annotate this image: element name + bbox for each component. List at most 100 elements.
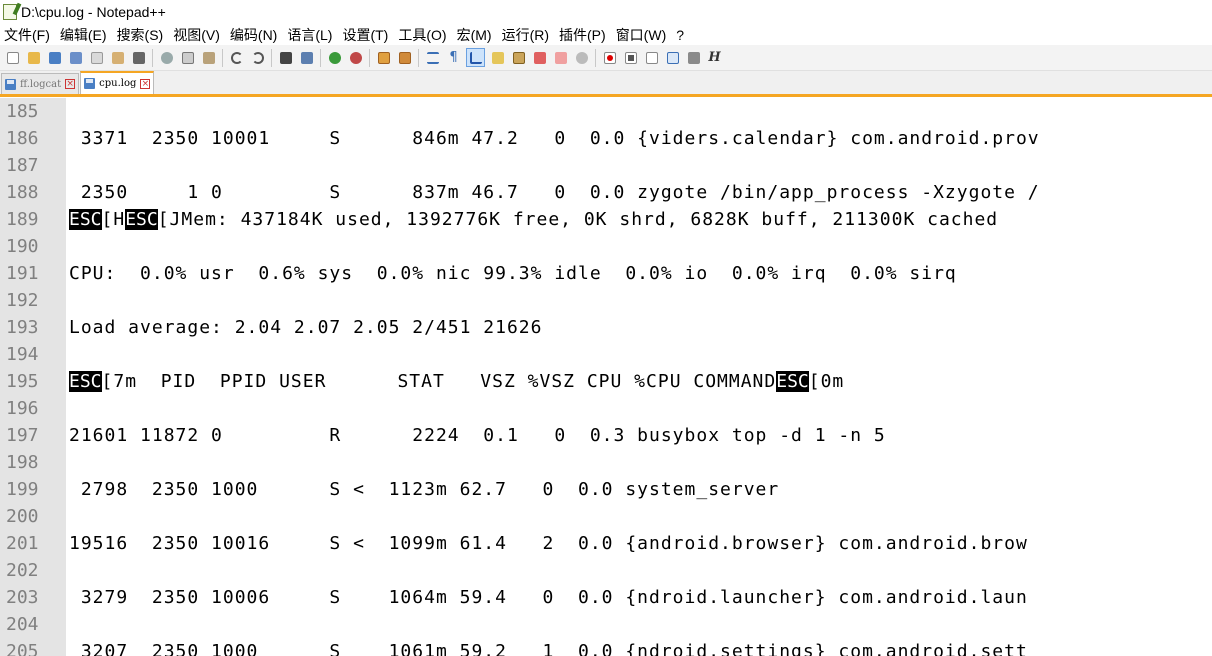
open-file-icon[interactable] xyxy=(25,49,42,66)
file-tab[interactable]: cpu.log × xyxy=(80,71,155,94)
close-all-icon[interactable] xyxy=(109,49,126,66)
macro-play-icon[interactable] xyxy=(643,49,660,66)
line-number: 188 xyxy=(6,182,39,203)
file-tab-label: cpu.log xyxy=(99,78,137,89)
line-number: 189 xyxy=(6,209,39,230)
editor-line: 196 xyxy=(0,395,1212,422)
macro-record-icon[interactable] xyxy=(601,49,618,66)
menu-item[interactable]: 工具(O) xyxy=(394,25,452,45)
print-icon[interactable] xyxy=(130,49,147,66)
toolbar: ¶ H xyxy=(0,45,1212,71)
toolbar-separator xyxy=(152,48,153,67)
undo-icon[interactable] xyxy=(228,49,245,66)
editor-line: 192 xyxy=(0,287,1212,314)
text-segment: 3207 2350 1000 S 1061m 59.2 1 0.0 {ndroi… xyxy=(69,641,1028,656)
copy-icon[interactable] xyxy=(179,49,196,66)
show-all-chars-icon[interactable]: ¶ xyxy=(445,49,462,66)
menu-item[interactable]: 设置(T) xyxy=(338,25,394,45)
text-segment: [0m xyxy=(808,371,845,392)
toolbar-separator xyxy=(271,48,272,67)
editor-line: 193 Load average: 2.04 2.07 2.05 2/451 21… xyxy=(0,314,1212,341)
folder-workspace-icon[interactable] xyxy=(552,49,569,66)
save-all-icon[interactable] xyxy=(67,49,84,66)
menu-item[interactable]: 文件(F) xyxy=(0,25,56,45)
text-segment: Load average: 2.04 2.07 2.05 2/451 21626 xyxy=(69,317,543,338)
editor-line: 189 ESC[HESC[JMem: 437184K used, 1392776K… xyxy=(0,206,1212,233)
line-number: 191 xyxy=(6,263,39,284)
replace-icon[interactable] xyxy=(298,49,315,66)
saved-file-icon xyxy=(5,78,16,90)
save-icon[interactable] xyxy=(46,49,63,66)
toolbar-separator xyxy=(595,48,596,67)
editor-line: 195 ESC[7m PID PPID USER STAT VSZ %VSZ CP… xyxy=(0,368,1212,395)
line-text: 3207 2350 1000 S 1061m 59.2 1 0.0 {ndroi… xyxy=(69,642,1028,656)
menu-item[interactable]: ? xyxy=(672,27,690,43)
new-file-icon[interactable] xyxy=(4,49,21,66)
function-list-icon[interactable] xyxy=(531,49,548,66)
indent-guide-icon[interactable] xyxy=(466,48,485,67)
sync-horizontal-icon[interactable] xyxy=(396,49,413,66)
line-number: 192 xyxy=(6,290,39,311)
macro-stop-icon[interactable] xyxy=(622,49,639,66)
macro-play-multiple-icon[interactable] xyxy=(664,49,681,66)
menu-item[interactable]: 编辑(E) xyxy=(56,25,113,45)
close-tab-icon[interactable]: × xyxy=(65,79,76,89)
editor-line: 202 xyxy=(0,557,1212,584)
text-segment: [H xyxy=(101,209,126,230)
menu-item[interactable]: 搜索(S) xyxy=(113,25,170,45)
esc-control-char: ESC xyxy=(69,371,102,392)
esc-control-char: ESC xyxy=(69,209,102,230)
menu-item[interactable]: 编码(N) xyxy=(226,25,283,45)
toolbar-separator xyxy=(369,48,370,67)
text-segment: 3371 2350 10001 S 846m 47.2 0 0.0 {vider… xyxy=(69,128,1040,149)
line-number: 196 xyxy=(6,398,39,419)
redo-icon[interactable] xyxy=(249,49,266,66)
line-number: 187 xyxy=(6,155,39,176)
text-segment: 21601 11872 0 R 2224 0.1 0 0.3 busybox t… xyxy=(69,425,886,446)
editor-line: 185 xyxy=(0,98,1212,125)
esc-control-char: ESC xyxy=(776,371,809,392)
line-number: 201 xyxy=(6,533,39,554)
editor-line: 197 21601 11872 0 R 2224 0.1 0 0.3 busybo… xyxy=(0,422,1212,449)
line-text: Load average: 2.04 2.07 2.05 2/451 21626 xyxy=(69,318,542,338)
menu-item[interactable]: 视图(V) xyxy=(169,25,226,45)
editor-line: 188 2350 1 0 S 837m 46.7 0 0.0 zygote /b… xyxy=(0,179,1212,206)
line-text: 19516 2350 10016 S < 1099m 61.4 2 0.0 {a… xyxy=(69,534,1028,554)
line-text: 2798 2350 1000 S < 1123m 62.7 0 0.0 syst… xyxy=(69,480,779,500)
zoom-out-icon[interactable] xyxy=(347,49,364,66)
cut-icon[interactable] xyxy=(158,49,175,66)
line-number: 204 xyxy=(6,614,39,635)
macro-save-icon[interactable] xyxy=(685,49,702,66)
doc-map-icon[interactable] xyxy=(510,49,527,66)
editor-area[interactable]: 185 186 3371 2350 10001 S 846m 47.2 0 0.0… xyxy=(0,98,1212,656)
line-text: 3371 2350 10001 S 846m 47.2 0 0.0 {vider… xyxy=(69,129,1040,149)
menu-item[interactable]: 插件(P) xyxy=(555,25,612,45)
find-icon[interactable] xyxy=(277,49,294,66)
menu-item[interactable]: 宏(M) xyxy=(453,25,498,45)
close-file-icon[interactable] xyxy=(88,49,105,66)
file-tab[interactable]: ff.logcat × xyxy=(1,73,80,94)
editor-line: 190 xyxy=(0,233,1212,260)
close-tab-icon[interactable]: × xyxy=(140,78,151,89)
menu-item[interactable]: 运行(R) xyxy=(498,25,555,45)
heading-h-icon[interactable]: H xyxy=(706,49,723,66)
line-number: 193 xyxy=(6,317,39,338)
menu-item[interactable]: 语言(L) xyxy=(283,25,338,45)
line-number: 186 xyxy=(6,128,39,149)
line-number: 195 xyxy=(6,371,39,392)
title-bar: D:\cpu.log - Notepad++ xyxy=(0,0,1212,24)
paste-icon[interactable] xyxy=(200,49,217,66)
menu-item[interactable]: 窗口(W) xyxy=(612,25,673,45)
sync-vertical-icon[interactable] xyxy=(375,49,392,66)
line-number: 194 xyxy=(6,344,39,365)
word-wrap-icon[interactable] xyxy=(424,49,441,66)
editor-line: 198 xyxy=(0,449,1212,476)
zoom-in-icon[interactable] xyxy=(326,49,343,66)
toolbar-separator xyxy=(418,48,419,67)
monitoring-eye-icon[interactable] xyxy=(573,49,590,66)
text-segment: 19516 2350 10016 S < 1099m 61.4 2 0.0 {a… xyxy=(69,533,1028,554)
saved-file-icon xyxy=(84,78,96,89)
editor-line: 186 3371 2350 10001 S 846m 47.2 0 0.0 {v… xyxy=(0,125,1212,152)
notepad-app-icon[interactable] xyxy=(3,4,17,20)
user-language-icon[interactable] xyxy=(489,49,506,66)
